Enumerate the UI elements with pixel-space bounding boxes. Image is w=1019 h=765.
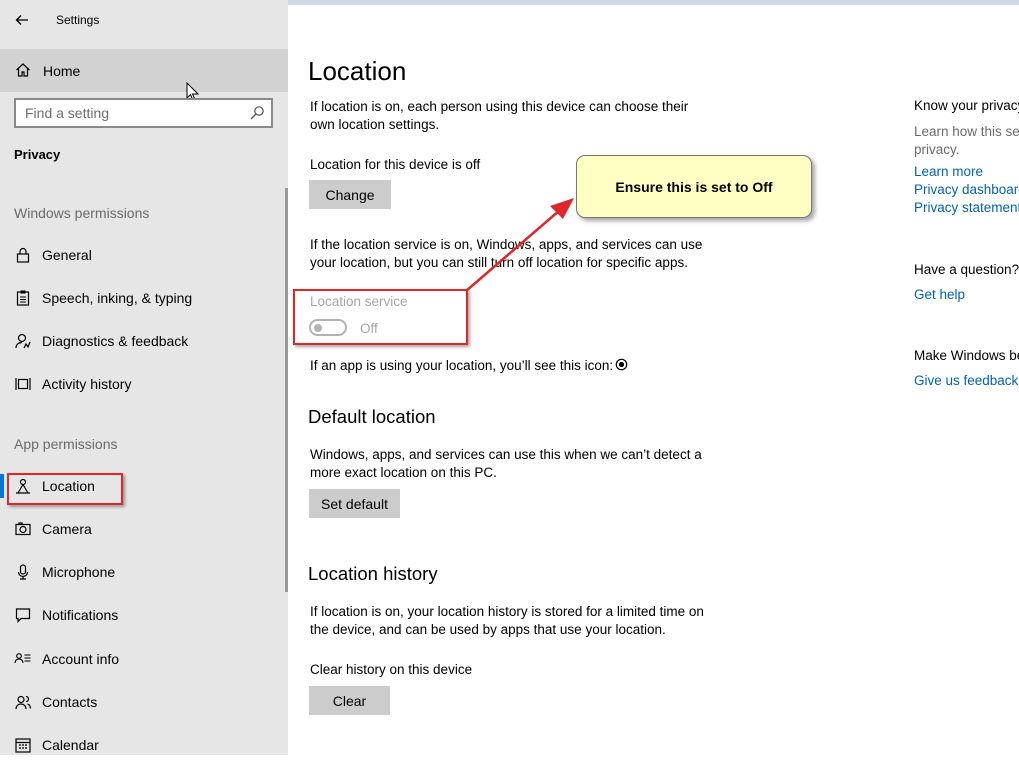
default-location-heading: Default location xyxy=(308,406,436,427)
location-service-state: Off xyxy=(360,321,378,336)
location-history-desc-line-1: If location is on, your location history… xyxy=(310,604,704,619)
learn-more-link[interactable]: Learn more xyxy=(914,164,983,179)
intro-text-line-1: If location is on, each person using thi… xyxy=(310,99,689,114)
search-box[interactable] xyxy=(14,98,273,128)
location-icon xyxy=(16,478,30,494)
sidebar-item-label: Location xyxy=(42,478,95,494)
sidebar-item-contacts[interactable]: Contacts xyxy=(0,682,285,722)
sidebar-item-calendar[interactable]: Calendar xyxy=(0,725,285,765)
back-button[interactable] xyxy=(12,10,32,30)
location-in-use-icon xyxy=(615,358,628,371)
know-privacy-text-line-2: privacy. xyxy=(914,142,960,157)
contacts-icon xyxy=(15,695,32,710)
sidebar-item-activity-history[interactable]: Activity history xyxy=(0,364,285,404)
sidebar-item-label: Notifications xyxy=(42,607,119,623)
location-history-desc-line-2: the device, and can be used by apps that… xyxy=(310,622,666,637)
sidebar-item-label: Activity history xyxy=(42,376,132,392)
microphone-icon xyxy=(17,564,29,580)
notifications-icon xyxy=(15,608,31,623)
sidebar-item-diagnostics[interactable]: Diagnostics & feedback xyxy=(0,321,285,361)
sidebar-item-camera[interactable]: Camera xyxy=(0,509,285,549)
location-history-heading: Location history xyxy=(308,563,438,584)
account-info-icon xyxy=(14,653,31,664)
location-icon-note: If an app is using your location, you’ll… xyxy=(310,358,614,373)
clear-button[interactable]: Clear xyxy=(309,686,390,715)
page-title: Location xyxy=(308,56,407,86)
sidebar-item-label: Contacts xyxy=(42,694,98,710)
default-location-desc-line-2: more exact location on this PC. xyxy=(310,465,497,480)
activity-history-icon xyxy=(15,378,31,390)
sidebar-item-location[interactable]: Location xyxy=(0,466,285,506)
lock-icon xyxy=(16,247,30,263)
sidebar-item-label: Diagnostics & feedback xyxy=(42,333,189,349)
make-windows-better-heading: Make Windows be xyxy=(914,348,1019,363)
back-arrow-icon xyxy=(15,15,28,25)
sidebar-item-label: Account info xyxy=(42,651,120,667)
annotation-callout: Ensure this is set to Off xyxy=(576,155,812,218)
privacy-statement-link[interactable]: Privacy statement xyxy=(914,200,1019,215)
sidebar-item-notifications[interactable]: Notifications xyxy=(0,595,285,635)
sidebar-item-speech[interactable]: Speech, inking, & typing xyxy=(0,278,285,318)
privacy-dashboard-link[interactable]: Privacy dashboard xyxy=(914,182,1019,197)
sidebar-item-label: Microphone xyxy=(42,564,116,580)
sidebar-item-microphone[interactable]: Microphone xyxy=(0,552,285,592)
sidebar-item-label: Camera xyxy=(42,521,92,537)
diagnostics-icon xyxy=(15,333,31,349)
home-nav-item[interactable]: Home xyxy=(0,49,288,92)
home-icon xyxy=(16,63,30,77)
group-app-permissions: App permissions xyxy=(14,436,118,452)
location-service-label: Location service xyxy=(310,294,408,309)
title-bar: Settings xyxy=(0,0,288,40)
sidebar-item-label: Calendar xyxy=(42,737,99,753)
section-title-privacy: Privacy xyxy=(14,147,61,162)
clear-history-label: Clear history on this device xyxy=(310,662,473,677)
change-button[interactable]: Change xyxy=(309,180,391,209)
sidebar-item-label: General xyxy=(42,247,92,263)
toggle-knob xyxy=(314,323,322,332)
device-location-status: Location for this device is off xyxy=(310,157,481,172)
clipboard-icon xyxy=(16,290,30,306)
get-help-link[interactable]: Get help xyxy=(914,287,965,302)
know-privacy-text-line-1: Learn how this se xyxy=(914,124,1019,139)
search-input[interactable] xyxy=(16,100,250,126)
service-description-line-2: your location, but you can still turn of… xyxy=(310,255,688,270)
sidebar: Settings Home Privacy Windows permission… xyxy=(0,0,288,755)
search-icon xyxy=(250,106,264,120)
selected-indicator xyxy=(0,474,4,498)
camera-icon xyxy=(15,522,31,536)
default-location-desc-line-1: Windows, apps, and services can use this… xyxy=(310,447,702,462)
intro-text-line-2: own location settings. xyxy=(310,117,440,132)
question-heading: Have a question? xyxy=(914,262,1019,277)
set-default-button[interactable]: Set default xyxy=(309,489,400,518)
give-feedback-link[interactable]: Give us feedback xyxy=(914,373,1018,388)
home-label: Home xyxy=(43,63,81,79)
sidebar-item-label: Speech, inking, & typing xyxy=(42,290,193,306)
location-service-toggle[interactable] xyxy=(309,319,347,336)
sidebar-item-account-info[interactable]: Account info xyxy=(0,639,285,679)
sidebar-item-general[interactable]: General xyxy=(0,235,285,275)
service-description-line-1: If the location service is on, Windows, … xyxy=(310,237,703,252)
calendar-icon xyxy=(15,738,31,753)
know-privacy-heading: Know your privacy xyxy=(914,98,1019,113)
app-title: Settings xyxy=(56,13,100,27)
group-windows-permissions: Windows permissions xyxy=(14,205,150,221)
